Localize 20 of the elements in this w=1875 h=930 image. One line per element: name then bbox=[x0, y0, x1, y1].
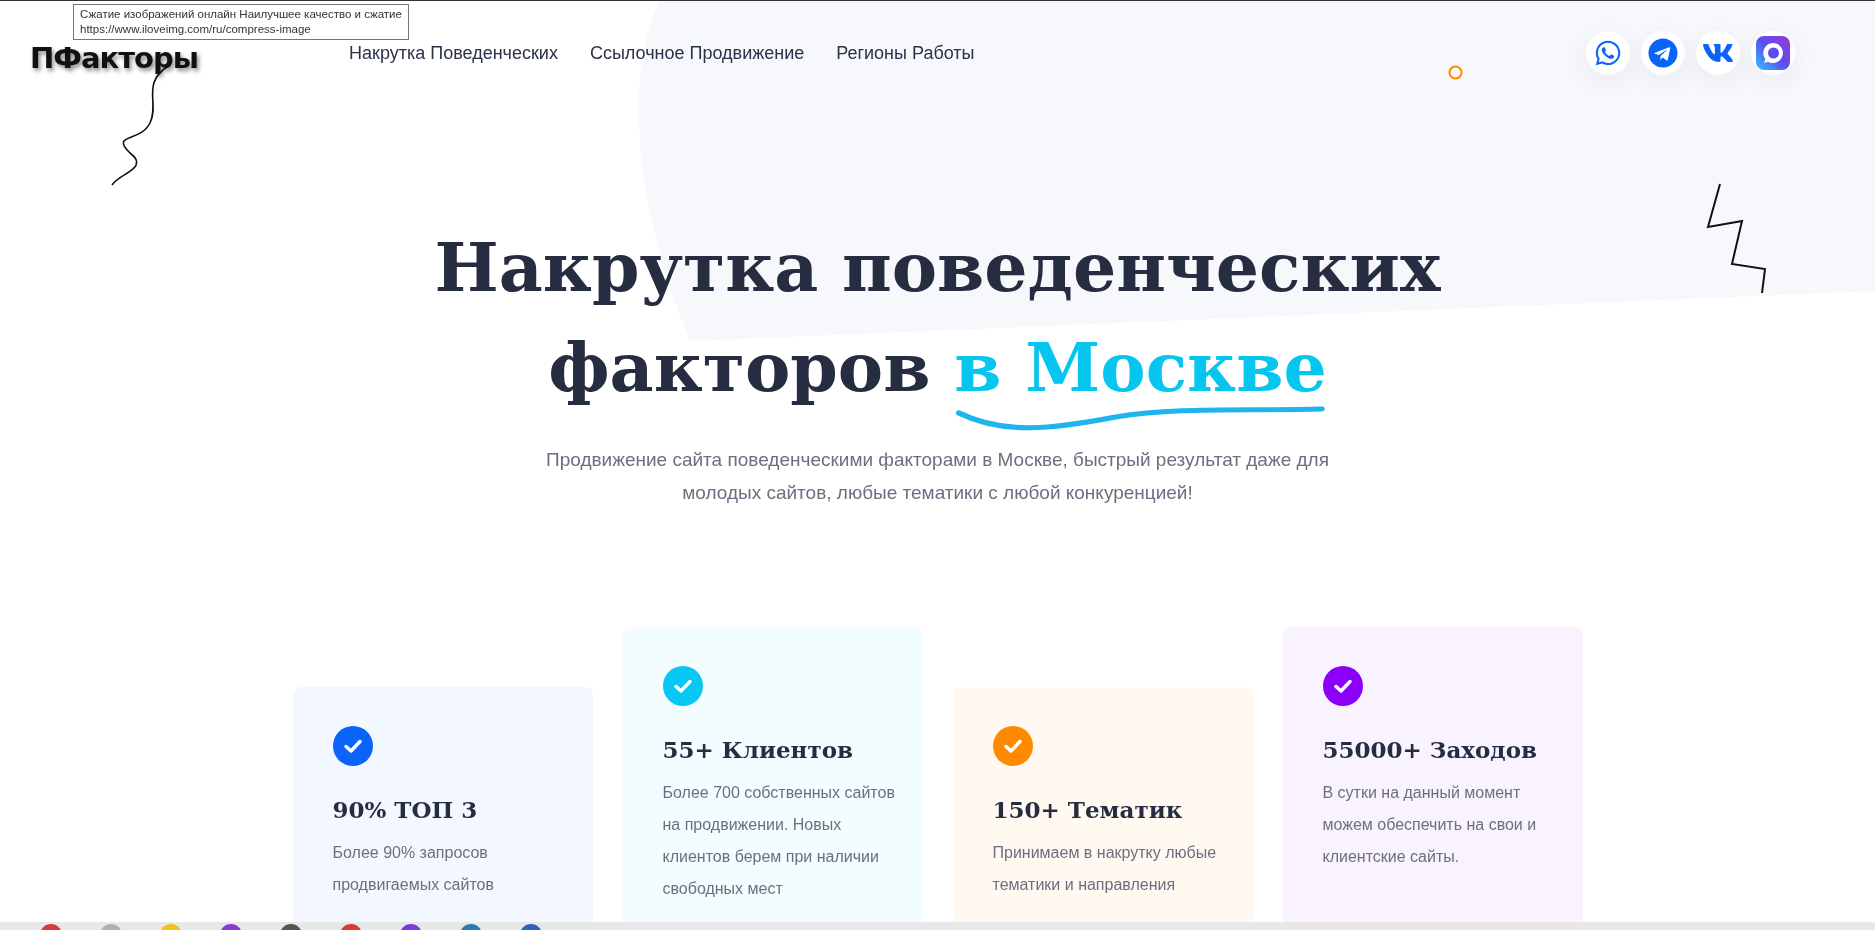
logo[interactable]: ПФакторы bbox=[30, 41, 349, 75]
card-title: 90% ТОП 3 bbox=[332, 796, 479, 823]
card-text: Более 90% запросов продвигаемых сайтов bbox=[332, 843, 495, 895]
card-text: Принимаем в накрутку любые тематики и направления bbox=[992, 843, 1218, 895]
tooltip-text: Сжатие изображений онлайн Наилучшее качество и сжатие bbox=[80, 7, 402, 22]
card-title: 55000+ Заходов bbox=[1322, 736, 1538, 763]
card-text: Более 700 собственных сайтов на продвижении. Новых клиентов берем при наличии свободных мест bbox=[662, 783, 896, 899]
chat-icon bbox=[1756, 36, 1790, 70]
card-text: В сутки на данный момент можем обеспечить на свои и клиентские сайты. bbox=[1322, 783, 1538, 867]
nav-link[interactable]: Накрутка Поведенческих bbox=[349, 42, 558, 64]
whatsapp-icon bbox=[1594, 39, 1622, 67]
telegram-icon bbox=[1648, 38, 1678, 68]
hero-subtitle: Продвижение сайта поведенческими факторами в Москве, быстрый результат даже для молодых сайтов, любые тематики с любой конкуренцией! bbox=[545, 448, 1330, 505]
nav-link[interactable]: Регионы Работы bbox=[836, 42, 975, 64]
card-title: 150+ Тематик bbox=[992, 796, 1184, 823]
ring-icon bbox=[1448, 65, 1463, 80]
tooltip-text: https://www.iloveimg.com/ru/compress-image bbox=[80, 22, 312, 37]
nav-link[interactable]: Ссылочное Продвижение bbox=[589, 42, 805, 64]
hero-title: Накрутка поведенческих факторов в Москве bbox=[434, 213, 1441, 433]
card-title: 55+ Клиентов bbox=[662, 736, 855, 763]
